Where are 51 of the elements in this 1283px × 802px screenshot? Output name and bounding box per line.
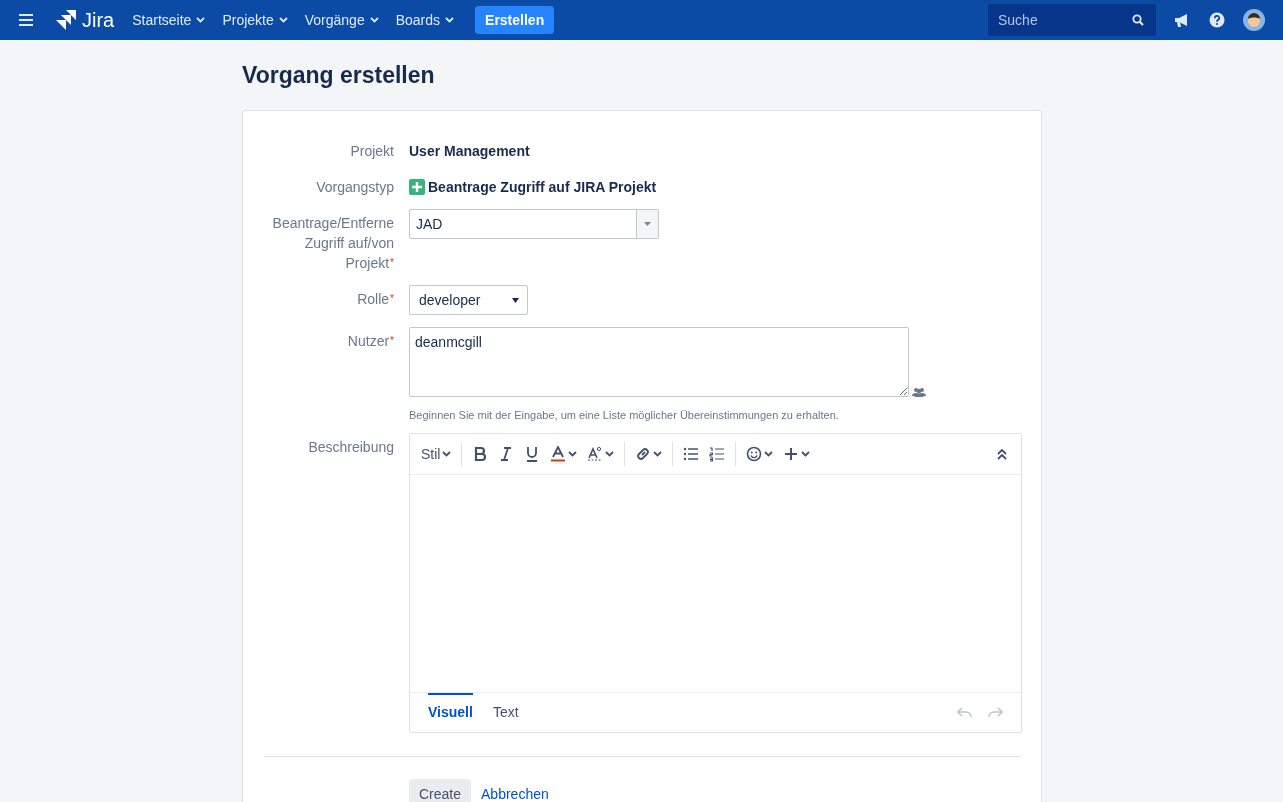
search-field[interactable]: Suche (988, 4, 1156, 36)
help-icon[interactable] (1209, 12, 1225, 28)
select-field[interactable]: JAD (409, 209, 636, 239)
chevron-down-icon (369, 17, 379, 23)
chevron-down-icon (605, 451, 615, 457)
plus-icon (783, 446, 800, 462)
chevron-down-icon (196, 17, 206, 23)
field-label: Projekt (349, 142, 394, 161)
nav-menu[interactable]: Projekte (222, 12, 288, 28)
caret-down-icon (644, 222, 651, 226)
field-label: Nutzer* (346, 332, 394, 351)
cancel-link[interactable]: Abbrechen (481, 779, 549, 802)
text-color-icon (550, 446, 567, 462)
create-button[interactable]: Erstellen (475, 6, 555, 34)
plus-square-icon (409, 179, 425, 195)
brand-name[interactable]: Jira (82, 8, 115, 32)
select-field[interactable]: developer (409, 285, 528, 315)
avatar-icon[interactable] (1243, 9, 1265, 31)
chevron-down-icon (568, 451, 578, 457)
chevron-down-icon (445, 17, 455, 23)
bullet-list-icon (683, 446, 700, 462)
nav-menu[interactable]: Boards (395, 12, 455, 28)
nav-menu[interactable]: Vorgänge (304, 12, 379, 28)
editor-tab[interactable]: Visuell (428, 693, 473, 732)
editor-tab[interactable]: Text (492, 693, 519, 732)
numbered-list-icon (709, 446, 726, 462)
field-label: Beschreibung (307, 438, 394, 457)
chevron-down-icon (653, 451, 663, 457)
menu-icon[interactable] (18, 13, 34, 27)
field-label: Beantrage/Entferne Zugriff auf/von Projekt* (271, 214, 394, 273)
nav-menu[interactable]: Startseite (132, 12, 206, 28)
field-hint: Beginnen Sie mit der Eingabe, um eine Liste möglicher Übereinstimmungen zu erhalten. (409, 409, 840, 421)
jira-logo-icon (54, 9, 78, 31)
chevron-down-icon (442, 451, 452, 457)
page-title: Vorgang erstellen (242, 62, 436, 89)
caret-down-icon (512, 297, 519, 303)
bold-icon (472, 446, 489, 462)
chevron-down-icon (764, 451, 774, 457)
field-label: Vorgangstyp (315, 178, 394, 197)
text-style-icon (587, 446, 604, 462)
link-icon (635, 446, 652, 462)
chevron-down-icon (801, 451, 811, 457)
smiley-icon (746, 446, 763, 462)
search-icon[interactable] (1132, 14, 1144, 26)
user-input-field[interactable]: deanmcgill (409, 327, 909, 397)
chevron-down-icon (278, 17, 288, 23)
issue-type-name: Beantrage Zugriff auf JIRA Projekt (428, 178, 657, 197)
project-name: User Management (409, 142, 531, 161)
field-label: Rolle* (356, 290, 394, 309)
style-menu-button[interactable]: Stil (416, 439, 457, 469)
create-button[interactable]: Create (409, 779, 472, 802)
